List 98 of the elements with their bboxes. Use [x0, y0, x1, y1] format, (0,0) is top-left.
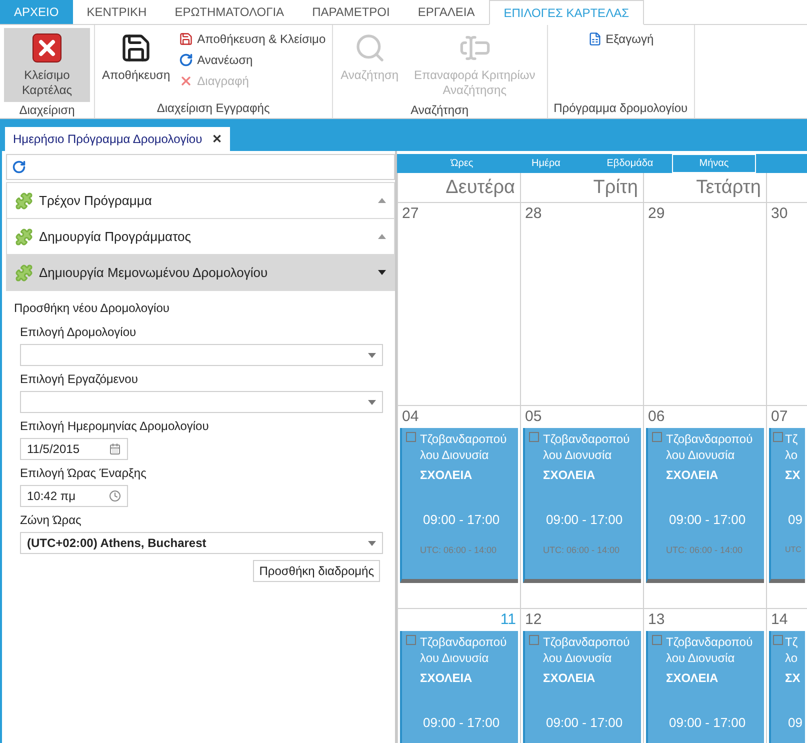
dropdown-caret-icon [368, 400, 376, 404]
accordion-header[interactable]: Δημιουργία Μεμονωμένου Δρομολογίου [6, 255, 395, 291]
weekday-header: Τρίτη [520, 173, 643, 203]
event-name: Τζ λο [785, 431, 799, 463]
day-number: 12 [524, 611, 543, 630]
refresh-icon [179, 53, 194, 67]
event-time: 09:00 - 17:00 [545, 512, 624, 527]
puzzle-icon [15, 264, 33, 282]
group-label: Αναζήτηση [410, 102, 470, 118]
ribbon-tab[interactable]: ΕΡΩΤΗΜΑΤΟΛΟΓΙΑ [160, 0, 298, 24]
checkbox[interactable] [652, 432, 662, 442]
day-number: 29 [647, 205, 666, 224]
delete-icon [179, 74, 194, 88]
ribbon-tab[interactable]: ΠΑΡΑΜΕΤΡΟΙ [298, 0, 404, 24]
ribbon-button[interactable]: Ανανέωση [177, 50, 328, 70]
export-icon [588, 32, 602, 46]
caret-icon [378, 234, 386, 239]
weekday-header: Τετάρτη [643, 173, 766, 203]
group-label: Διαχείριση Εγγραφής [156, 100, 271, 117]
close-icon[interactable]: ✕ [212, 132, 222, 146]
event-category: ΣΧΟΛΕΙΑ [666, 468, 720, 482]
event-time: 09:00 - 17:00 [545, 715, 624, 730]
event-time: 09:00 - 17:00 [422, 512, 501, 527]
add-route-button[interactable]: Προσθήκη διαδρομής [253, 560, 380, 582]
weekday-header: Δευτέρα [397, 173, 520, 203]
field-label: Επιλογή Εργαζόμενου [20, 372, 139, 386]
event-name: Τζοβανδαροπού λου Διονυσία [666, 634, 754, 666]
puzzle-icon [15, 228, 33, 246]
dropdown-field[interactable] [20, 391, 383, 413]
day-number: 11 [499, 611, 517, 630]
dropdown-field[interactable] [20, 344, 383, 366]
field-label: Επιλογή Ημερομηνίας Δρομολογίου [20, 419, 210, 433]
dropdown-field[interactable]: (UTC+02:00) Athens, Bucharest [20, 532, 383, 554]
caret-icon [378, 198, 386, 203]
event-category: ΣΧΟΛΕΙΑ [543, 468, 596, 482]
calendar-icon [109, 443, 121, 455]
day-number: 07 [770, 408, 789, 427]
accordion-header[interactable]: Τρέχον Πρόγραμμα [6, 182, 395, 219]
document-tab[interactable]: Ημερήσιο Πρόγραμμα Δρομολογίου ✕ [5, 127, 230, 151]
event-utc-time: UTC: 06:00 - 14:00 [666, 545, 744, 555]
ribbon-button[interactable]: Αποθήκευση & Κλείσιμο [177, 29, 328, 49]
ribbon-tab[interactable]: ΕΡΓΑΛΕΙΑ [404, 0, 489, 24]
checkbox[interactable] [773, 635, 783, 645]
time-field[interactable]: 10:42 πμ [20, 485, 128, 507]
event-time: 09:00 - 17:00 [422, 715, 501, 730]
event-name: Τζοβανδαροπού λου Διονυσία [420, 431, 508, 463]
event-category: ΣΧΟΛΕΙΑ [420, 671, 474, 685]
event-time: 09 [787, 715, 802, 730]
event-name: Τζ λο [785, 634, 799, 666]
event-utc-time: UTC: 06:00 - 14:00 [543, 545, 621, 555]
day-number: 04 [401, 408, 420, 427]
day-number: 13 [647, 611, 666, 630]
dropdown-caret-icon [368, 352, 376, 358]
clock-icon [109, 490, 121, 502]
event-category: ΣΧΟΛΕΙΑ [420, 468, 474, 482]
day-number: 14 [770, 611, 789, 630]
event-utc-time: UTC [785, 545, 802, 554]
day-number: 27 [401, 205, 420, 224]
event-utc-time: UTC: 06:00 - 14:00 [420, 545, 498, 555]
event-name: Τζοβανδαροπού λου Διονυσία [543, 634, 631, 666]
checkbox[interactable] [529, 635, 539, 645]
search-icon [354, 32, 386, 64]
event-name: Τζοβανδαροπού λου Διονυσία [666, 431, 754, 463]
ribbon-tab[interactable]: ΚΕΝΤΡΙΚΗ [72, 0, 161, 24]
day-number: 28 [524, 205, 543, 224]
refresh-icon[interactable] [12, 160, 26, 174]
form-title: Προσθήκη νέου Δρομολογίου [14, 301, 170, 315]
close-icon [31, 32, 63, 64]
field-label: Επιλογή Δρομολογίου [20, 325, 138, 339]
group-label: Διαχείριση [18, 102, 76, 118]
ribbon-button[interactable]: Αποθήκευση [99, 28, 174, 98]
day-number: 30 [770, 205, 789, 224]
puzzle-icon [15, 192, 33, 210]
event-time: 09 [787, 512, 802, 527]
event-category: ΣΧΟΛΕΙΑ [543, 671, 596, 685]
field-label: Ζώνη Ώρας [20, 513, 82, 527]
checkbox[interactable] [773, 432, 783, 442]
event-name: Τζοβανδαροπού λου Διονυσία [420, 634, 508, 666]
event-time: 09:00 - 17:00 [668, 715, 747, 730]
day-number: 05 [524, 408, 543, 427]
event-time: 09:00 - 17:00 [668, 512, 747, 527]
group-label: Πρόγραμμα δρομολογίου [552, 100, 689, 117]
date-field[interactable]: 11/5/2015 [20, 438, 128, 460]
checkbox[interactable] [406, 432, 416, 442]
event-category: ΣΧ [785, 468, 802, 482]
event-category: ΣΧΟΛΕΙΑ [666, 671, 720, 685]
caret-icon [378, 270, 386, 275]
checkbox[interactable] [652, 635, 662, 645]
dropdown-caret-icon [368, 540, 376, 546]
field-label: Επιλογή Ώρας Έναρξης [20, 466, 148, 480]
checkbox[interactable] [406, 635, 416, 645]
day-number: 06 [647, 408, 666, 427]
accordion-header[interactable]: Δημουργία Προγράμματος [6, 219, 395, 255]
checkbox[interactable] [529, 432, 539, 442]
event-name: Τζοβανδαροπού λου Διονυσία [543, 431, 631, 463]
ribbon-button[interactable]: Κλείσιμο Καρτέλας [4, 28, 90, 102]
event-category: ΣΧ [785, 671, 802, 685]
ribbon-button[interactable]: Εξαγωγή [586, 29, 656, 49]
